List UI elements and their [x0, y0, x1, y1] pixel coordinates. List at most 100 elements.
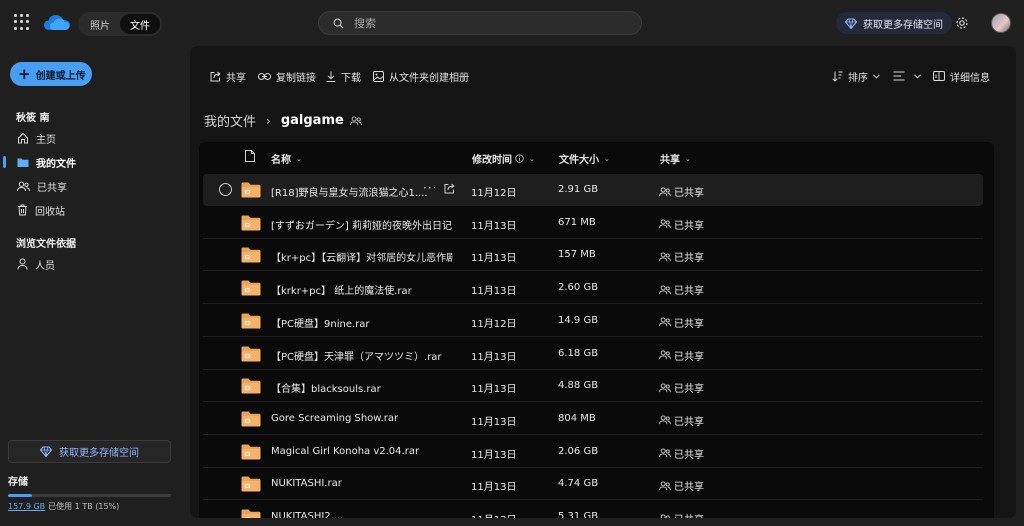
sidebar-item-my-files[interactable]: 我的文件	[0, 151, 190, 173]
file-name[interactable]: NUKITASHI2....	[271, 511, 453, 518]
folder-icon	[17, 158, 29, 167]
file-name[interactable]: NUKITASHI.rar	[271, 478, 453, 489]
file-sharing-status[interactable]: 已共享	[659, 184, 704, 199]
people-icon	[659, 285, 674, 295]
storage-progress-bar	[8, 494, 171, 497]
file-name[interactable]: 【PC硬盘】天津罪（アマツツミ）.rar	[271, 348, 453, 363]
file-row[interactable]: NUKITASHI2.... 11月13日 5.31 GB 已共享	[203, 501, 983, 518]
create-or-upload-button[interactable]: + 创建或上传	[10, 62, 92, 86]
file-sharing-label: 已共享	[674, 318, 704, 330]
settings-gear-icon[interactable]	[955, 16, 969, 30]
avatar[interactable]	[991, 13, 1011, 33]
file-name[interactable]: Magical Girl Konoha v2.04.rar	[271, 446, 453, 457]
chevron-down-icon: ⌄	[604, 154, 610, 163]
chevron-down-icon	[873, 73, 880, 79]
file-modified: 11月13日	[471, 416, 517, 428]
file-sharing-status[interactable]: 已共享	[659, 282, 704, 297]
file-sharing-label: 已共享	[674, 351, 704, 363]
file-name[interactable]: Gore Screaming Show.rar	[271, 413, 453, 424]
file-list-header: 名称 ⌄ 修改时间 ⌄ 文件大小 ⌄ 共享 ⌄	[199, 142, 994, 172]
file-sharing-label: 已共享	[674, 482, 704, 494]
sidebar-item-recycle-bin[interactable]: 回收站	[0, 199, 190, 221]
file-name[interactable]: 【kr+pc】【云翻译】对邻居的女儿恶作剧.r...	[271, 249, 453, 264]
file-sharing-status[interactable]: 已共享	[659, 249, 704, 264]
file-row[interactable]: Gore Screaming Show.rar 11月13日 804 MB 已共享	[203, 403, 983, 435]
file-name[interactable]: 【krkr+pc】 纸上的魔法使.rar	[271, 282, 453, 297]
details-command-label: 详细信息	[950, 72, 990, 84]
column-header-name[interactable]: 名称 ⌄	[271, 151, 302, 167]
chevron-down-icon: ⌄	[685, 154, 691, 163]
details-command[interactable]: 详细信息	[933, 68, 990, 84]
file-sharing-status[interactable]: 已共享	[659, 315, 704, 330]
shared-people-icon[interactable]	[349, 115, 362, 126]
column-header-sharing[interactable]: 共享 ⌄	[660, 151, 691, 167]
sidebar-item-label: 回收站	[35, 206, 65, 218]
file-modified: 11月13日	[471, 220, 517, 232]
get-more-storage-label: 获取更多存储空间	[863, 19, 943, 31]
archive-file-icon	[241, 346, 261, 362]
file-sharing-status[interactable]: 已共享	[659, 217, 704, 232]
sidebar-item-home[interactable]: 主页	[0, 127, 190, 149]
file-name[interactable]: 【PC硬盘】9nine.rar	[271, 315, 453, 330]
sidebar-item-shared[interactable]: 已共享	[0, 175, 190, 197]
file-sharing-status[interactable]: 已共享	[659, 446, 704, 461]
file-row[interactable]: [R18]野良与皇女与流浪猫之心1.... ··· 11月12日 2.91 GB 已共享	[203, 174, 983, 206]
create-album-command[interactable]: 从文件夹创建相册	[373, 68, 469, 84]
file-row[interactable]: 【合集】blacksouls.rar 11月13日 4.88 GB 已共享	[203, 370, 983, 403]
column-header-size[interactable]: 文件大小 ⌄	[559, 151, 610, 167]
app-launcher-icon[interactable]	[14, 14, 30, 30]
file-sharing-status[interactable]: 已共享	[659, 413, 704, 428]
sidebar-item-people[interactable]: 人员	[0, 253, 190, 275]
file-size: 6.18 GB	[558, 347, 599, 359]
file-modified: 11月13日	[471, 253, 517, 265]
info-panel-icon	[933, 71, 945, 81]
file-size: 14.9 GB	[558, 314, 599, 326]
onedrive-logo-icon[interactable]	[44, 13, 70, 31]
sort-command[interactable]: 排序	[832, 68, 885, 84]
more-actions-icon[interactable]: ···	[423, 181, 437, 195]
home-icon	[18, 132, 28, 144]
file-size: 2.91 GB	[558, 184, 599, 195]
search-placeholder: 搜索	[354, 17, 376, 30]
file-row[interactable]: [すずおガーデン] 莉莉娅的夜晚外出日记 ... 11月13日 671 MB 已共享	[203, 207, 983, 239]
file-sharing-label: 已共享	[674, 286, 704, 298]
file-row[interactable]: 【kr+pc】【云翻译】对邻居的女儿恶作剧.r... 11月13日 157 MB 已共…	[203, 239, 983, 272]
top-bar: 照片 文件 搜索 获取更多存储空间	[0, 0, 1024, 46]
file-size: 5.31 GB	[558, 511, 599, 518]
file-sharing-status[interactable]: 已共享	[659, 511, 704, 518]
tab-photos[interactable]: 照片	[80, 14, 120, 34]
people-icon	[659, 415, 674, 425]
view-options-command[interactable]	[893, 68, 926, 84]
column-header-modified[interactable]: 修改时间 ⌄	[472, 151, 535, 166]
file-modified: 11月13日	[471, 384, 517, 396]
file-sharing-label: 已共享	[674, 253, 704, 265]
download-command[interactable]: 下载	[326, 68, 361, 84]
file-row[interactable]: 【krkr+pc】 纸上的魔法使.rar 11月13日 2.60 GB 已共享	[203, 272, 983, 305]
file-row[interactable]: NUKITASHI.rar 11月13日 4.74 GB 已共享	[203, 468, 983, 501]
file-type-column-icon[interactable]	[245, 150, 255, 162]
get-more-storage-button[interactable]: 获取更多存储空间	[836, 12, 952, 34]
copy-link-command-label: 复制链接	[276, 72, 316, 84]
file-name[interactable]: 【合集】blacksouls.rar	[271, 380, 453, 395]
search-input[interactable]: 搜索	[318, 11, 642, 35]
breadcrumb: 我的文件 › galgame	[204, 111, 362, 130]
copy-link-command[interactable]: 复制链接	[258, 68, 316, 84]
file-name[interactable]: [すずおガーデン] 莉莉娅的夜晚外出日记 ...	[271, 217, 453, 232]
tab-files[interactable]: 文件	[120, 14, 160, 34]
file-sharing-status[interactable]: 已共享	[659, 380, 704, 395]
file-row[interactable]: Magical Girl Konoha v2.04.rar 11月13日 2.06 …	[203, 436, 983, 468]
file-sharing-status[interactable]: 已共享	[659, 478, 704, 493]
file-sharing-status[interactable]: 已共享	[659, 348, 704, 363]
file-modified: 11月12日	[471, 188, 517, 199]
row-select-checkbox[interactable]	[219, 183, 232, 196]
file-row[interactable]: 【PC硬盘】9nine.rar 11月12日 14.9 GB 已共享	[203, 305, 983, 337]
sidebar-get-more-storage-button[interactable]: 获取更多存储空间	[8, 440, 171, 463]
file-row[interactable]: 【PC硬盘】天津罪（アマツツミ）.rar 11月13日 6.18 GB 已共享	[203, 338, 983, 370]
column-header-name-label: 名称	[271, 155, 291, 166]
file-size: 671 MB	[558, 216, 596, 228]
share-icon[interactable]	[444, 183, 455, 194]
storage-used-link[interactable]: 157.9 GB	[8, 502, 45, 511]
share-command[interactable]: 共享	[210, 68, 246, 84]
file-size: 4.74 GB	[558, 478, 599, 490]
breadcrumb-root[interactable]: 我的文件	[204, 111, 256, 130]
